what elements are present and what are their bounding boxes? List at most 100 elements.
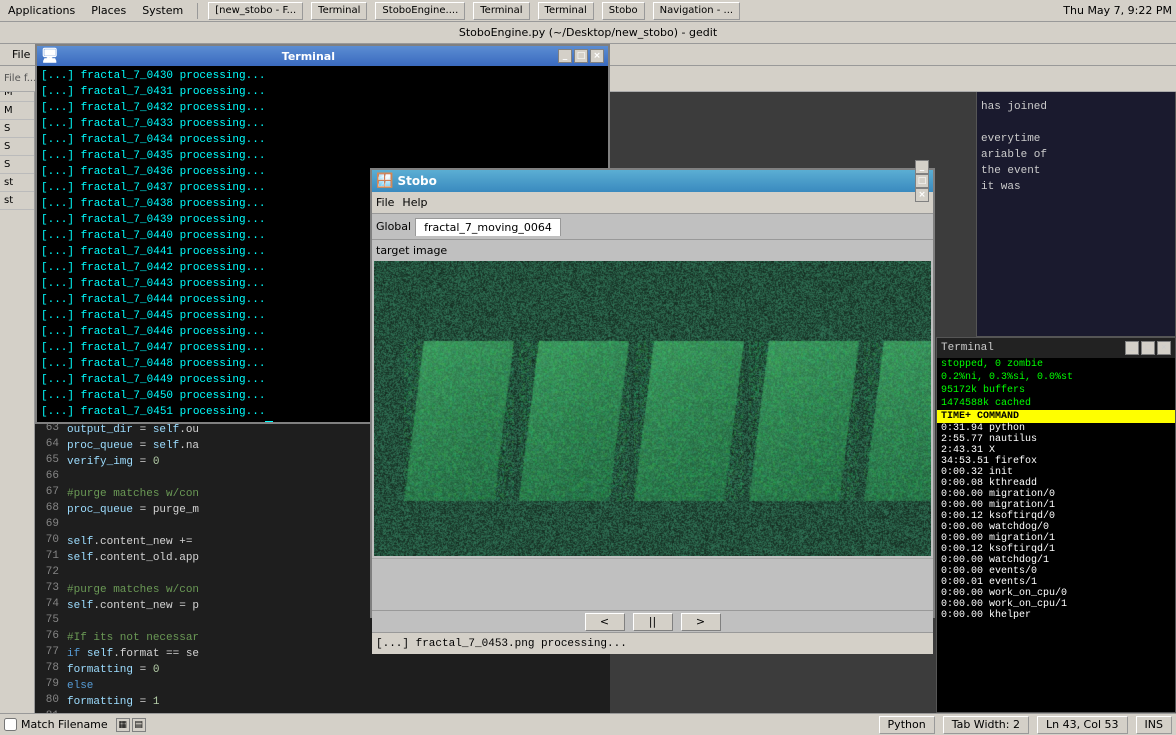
sys-process: 0:00.00 migration/1 — [937, 500, 1175, 511]
terminal-line: [...] fractal_7_0431 processing... — [41, 84, 604, 100]
status-line-col: Ln 43, Col 53 — [1037, 716, 1128, 734]
stobo-pause-button[interactable]: || — [633, 613, 673, 631]
file-label: File f... — [4, 73, 36, 84]
stobo-tab-filename[interactable]: fractal_7_moving_0064 — [415, 218, 561, 236]
stobo-status-text: [...] fractal_7_0453.png processing... — [376, 638, 627, 650]
fb-item-3[interactable]: M — [0, 102, 34, 120]
sys-process: 0:00.00 migration/0 — [937, 489, 1175, 500]
match-filename-checkbox[interactable] — [4, 718, 17, 731]
stobo-window: 🪟 Stobo _ □ × File Help Global fractal_7… — [370, 168, 935, 618]
sys-line: 0.2%ni, 0.3%si, 0.0%st — [937, 371, 1175, 384]
sys-process: 0:00.00 work_on_cpu/0 — [937, 588, 1175, 599]
stobo-next-button[interactable]: > — [681, 613, 721, 631]
sys-line: stopped, 0 zombie — [937, 358, 1175, 371]
sys-process: 0:00.08 kthreadd — [937, 478, 1175, 489]
fb-item-5[interactable]: S — [0, 138, 34, 156]
system-menu[interactable]: System — [138, 2, 187, 19]
chat-line: everytime — [981, 133, 1171, 145]
stobo-toolbar: Global fractal_7_moving_0064 — [372, 214, 933, 240]
stobo-icon: 🪟 — [376, 173, 393, 189]
sys-process: 0:00.00 khelper — [937, 610, 1175, 621]
stobo-close[interactable]: × — [915, 188, 929, 202]
sys-process: 0:00.00 watchdog/1 — [937, 555, 1175, 566]
fb-item-6[interactable]: S — [0, 156, 34, 174]
applications-menu[interactable]: Applications — [4, 2, 79, 19]
stobo-prev-button[interactable]: < — [585, 613, 625, 631]
terminal-line: [...] fractal_7_0432 processing... — [41, 100, 604, 116]
fb-item-4[interactable]: S — [0, 120, 34, 138]
stobo-nav-bar: < || > — [372, 610, 933, 632]
taskbar-terminal-2[interactable]: Terminal — [473, 2, 529, 20]
terminal-close[interactable]: × — [590, 49, 604, 63]
match-filename-area: Match Filename — [4, 718, 108, 731]
taskbar-terminal-1[interactable]: Terminal — [311, 2, 367, 20]
terminal-title-bar: 🖥 Terminal _ □ × — [37, 46, 608, 66]
status-bar: Match Filename ▦ ▤ Python Tab Width: 2 L… — [0, 713, 1176, 735]
fb-item-8[interactable]: st — [0, 192, 34, 210]
sys-monitor-content: stopped, 0 zombie 0.2%ni, 0.3%si, 0.0%st… — [937, 358, 1175, 621]
sys-process: 0:00.00 events/0 — [937, 566, 1175, 577]
line-numbers: 63 64 65 66 67 68 69 70 71 72 73 74 75 7… — [37, 422, 67, 713]
sys-header: TIME+ COMMAND — [937, 410, 1175, 423]
stobo-canvas — [374, 261, 931, 556]
sys-process: 0:00.00 work_on_cpu/1 — [937, 599, 1175, 610]
system-bar: Applications Places System [new_stobo - … — [0, 0, 1176, 22]
system-clock: Thu May 7, 9:22 PM — [1063, 4, 1172, 17]
sysmon-close[interactable]: × — [1157, 341, 1171, 355]
stobo-win-buttons: _ □ × — [915, 160, 929, 202]
match-filename-label: Match Filename — [21, 718, 108, 731]
stobo-menu-help[interactable]: Help — [402, 196, 427, 209]
stobo-minimize[interactable]: _ — [915, 160, 929, 174]
sys-process: 0:00.12 ksoftirqd/0 — [937, 511, 1175, 522]
sys-monitor-window: Terminal _ □ × stopped, 0 zombie 0.2%ni,… — [936, 337, 1176, 713]
chat-line: the event — [981, 165, 1171, 177]
chat-line — [981, 117, 1171, 129]
status-python: Python — [879, 716, 935, 734]
terminal-title: Terminal — [282, 50, 335, 63]
status-icon-1[interactable]: ▦ — [116, 718, 130, 732]
chat-line: ariable of — [981, 149, 1171, 161]
sys-monitor-label: Terminal — [941, 342, 994, 354]
terminal-line: [...] fractal_7_0434 processing... — [41, 132, 604, 148]
stobo-global-label: Global — [376, 220, 411, 233]
status-icon-2[interactable]: ▤ — [132, 718, 146, 732]
taskbar-stoboengine[interactable]: StoboEngine.... — [375, 2, 465, 20]
gedit-menu-file[interactable]: File — [4, 46, 38, 63]
places-menu[interactable]: Places — [87, 2, 130, 19]
terminal-maximize[interactable]: □ — [574, 49, 588, 63]
sys-process: 0:00.01 events/1 — [937, 577, 1175, 588]
stobo-target-label-bar: target image — [372, 240, 933, 259]
status-right: Python Tab Width: 2 Ln 43, Col 53 INS — [879, 716, 1172, 734]
gedit-title: StoboEngine.py (~/Desktop/new_stobo) - g… — [0, 22, 1176, 44]
sys-process: 0:00.12 ksoftirqd/1 — [937, 544, 1175, 555]
right-panel-content: 3 lines? Us has joined everytime ariable… — [977, 65, 1175, 336]
stobo-below-canvas — [372, 558, 933, 610]
status-insert: INS — [1136, 716, 1172, 734]
stobo-menu-file[interactable]: File — [376, 196, 394, 209]
chat-line: has joined — [981, 101, 1171, 113]
taskbar-new-stobo[interactable]: [new_stobo - F... — [208, 2, 303, 20]
status-tab-width: Tab Width: 2 — [943, 716, 1029, 734]
fb-item-7[interactable]: st — [0, 174, 34, 192]
terminal-line: [...] fractal_7_0433 processing... — [41, 116, 604, 132]
sys-process: 0:31.94 python — [937, 423, 1175, 434]
taskbar-navigation[interactable]: Navigation - ... — [653, 2, 740, 20]
sys-line: 1474588k cached — [937, 397, 1175, 410]
sys-process: 0:00.32 init — [937, 467, 1175, 478]
taskbar-terminal-3[interactable]: Terminal — [538, 2, 594, 20]
sys-monitor-title: Terminal _ □ × — [937, 338, 1175, 358]
file-browser: M M M S S S st st — [0, 66, 35, 713]
stobo-menu-bar: File Help — [372, 192, 933, 214]
terminal-line: [...] fractal_7_0430 processing... — [41, 68, 604, 84]
terminal-minimize[interactable]: _ — [558, 49, 572, 63]
taskbar-stobo[interactable]: Stobo — [602, 2, 645, 20]
sys-process: 2:55.77 nautilus — [937, 434, 1175, 445]
chat-line: it was — [981, 181, 1171, 193]
sysmon-minimize[interactable]: _ — [1125, 341, 1139, 355]
sys-line: 95172k buffers — [937, 384, 1175, 397]
terminal-line: [...] fractal_7_0435 processing... — [41, 148, 604, 164]
status-icons: ▦ ▤ — [116, 718, 146, 732]
stobo-maximize[interactable]: □ — [915, 174, 929, 188]
stobo-title-bar: 🪟 Stobo _ □ × — [372, 170, 933, 192]
sysmon-maximize[interactable]: □ — [1141, 341, 1155, 355]
